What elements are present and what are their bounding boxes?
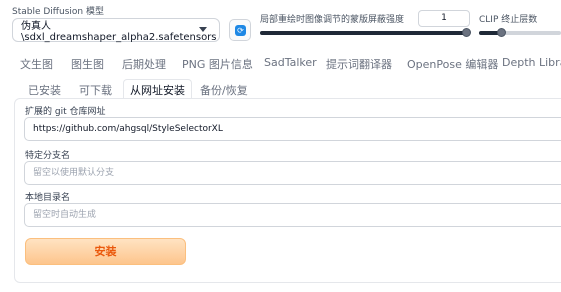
chevron-down-icon <box>199 27 207 32</box>
git-url-label: 扩展的 git 仓库网址 <box>25 107 106 117</box>
branch-label: 特定分支名 <box>25 151 71 161</box>
inpaint-strength-label: 局部重绘时图像调节的蒙版屏蔽强度 <box>260 15 405 25</box>
inpaint-strength-thumb[interactable] <box>462 28 471 37</box>
subtab-install-from-url[interactable]: 从网址安装 <box>123 79 192 100</box>
refresh-icon: ⟳ <box>235 25 246 36</box>
checkpoint-dropdown[interactable]: 伪真人\sdxl_dreamshaper_alpha2.safetensors <box>12 18 220 43</box>
checkpoint-label: Stable Diffusion 模型 <box>12 7 104 17</box>
tab-openpose-editor[interactable]: OpenPose 编辑器 <box>407 56 498 72</box>
install-button[interactable]: 安装 <box>25 238 186 265</box>
inpaint-strength-slider[interactable] <box>260 31 466 35</box>
subtab-available[interactable]: 可下载 <box>79 82 112 98</box>
tab-txt2img[interactable]: 文生图 <box>20 56 53 72</box>
checkpoint-value: 伪真人\sdxl_dreamshaper_alpha2.safetensors <box>21 21 217 43</box>
tab-depth-library[interactable]: Depth Library <box>502 56 561 69</box>
tab-png-info[interactable]: PNG 图片信息 <box>182 56 253 72</box>
subtab-backup-restore[interactable]: 备份/恢复 <box>200 82 248 98</box>
local-dir-label: 本地目录名 <box>25 193 71 203</box>
tab-img2img[interactable]: 图生图 <box>71 56 104 72</box>
tab-extras[interactable]: 后期处理 <box>122 56 166 72</box>
inpaint-strength-input[interactable]: 1 <box>418 10 470 27</box>
tab-sadtalker[interactable]: SadTalker <box>264 56 317 69</box>
branch-input[interactable]: 留空以使用默认分支 <box>24 161 561 185</box>
refresh-button[interactable]: ⟳ <box>229 19 251 41</box>
clip-skip-thumb[interactable] <box>497 28 506 37</box>
local-dir-input[interactable]: 留空时自动生成 <box>24 203 561 227</box>
tab-prompt-translator[interactable]: 提示词翻译器 <box>326 56 392 72</box>
subtab-installed[interactable]: 已安装 <box>28 82 61 98</box>
git-url-input[interactable]: https://github.com/ahgsql/StyleSelectorX… <box>24 117 561 141</box>
clip-skip-label: CLIP 终止层数 <box>479 15 538 25</box>
